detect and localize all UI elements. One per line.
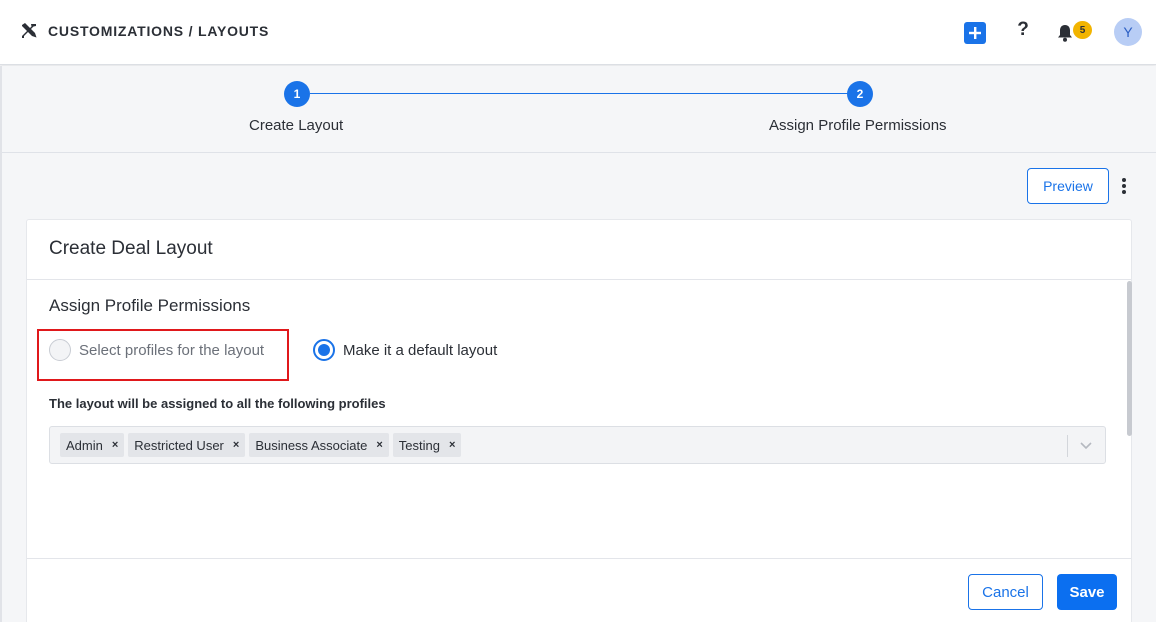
card-footer: Cancel Save (27, 558, 1131, 622)
add-button[interactable] (964, 22, 986, 44)
tools-icon (22, 23, 37, 38)
profiles-multiselect[interactable]: Admin × Restricted User × Business Assoc… (49, 426, 1106, 464)
avatar[interactable]: Y (1114, 18, 1142, 46)
radio-default-layout[interactable]: Make it a default layout (313, 339, 497, 361)
radio-default-layout-label: Make it a default layout (343, 341, 498, 359)
plus-icon (969, 27, 981, 39)
profile-chip-label: Admin (66, 437, 103, 453)
profile-chips: Admin × Restricted User × Business Assoc… (60, 433, 462, 457)
assign-profiles-label: The layout will be assigned to all the f… (49, 396, 386, 411)
radio-unchecked-icon[interactable] (49, 339, 71, 361)
select-divider (1067, 435, 1068, 457)
step-1-circle[interactable]: 1 (284, 81, 310, 107)
vertical-scrollbar[interactable] (1127, 281, 1132, 436)
step-2-circle[interactable]: 2 (847, 81, 873, 107)
step-1-label: Create Layout (249, 117, 344, 134)
layout-card: Create Deal Layout Assign Profile Permis… (26, 219, 1132, 622)
profile-chip-label: Business Associate (255, 437, 368, 453)
stepper: 1 Create Layout 2 Assign Profile Permiss… (0, 66, 1156, 153)
page-title-wrap: CUSTOMIZATIONS / LAYOUTS (20, 22, 269, 40)
profile-chip: Admin × (60, 433, 125, 457)
top-bar: CUSTOMIZATIONS / LAYOUTS ? 5 Y (0, 0, 1156, 65)
card-header: Create Deal Layout (27, 220, 1131, 280)
preview-button[interactable]: Preview (1027, 168, 1109, 204)
save-button[interactable]: Save (1057, 574, 1117, 610)
notification-badge: 5 (1073, 21, 1092, 39)
cancel-button[interactable]: Cancel (968, 574, 1043, 610)
page-title: CUSTOMIZATIONS / LAYOUTS (48, 23, 270, 39)
remove-chip-icon[interactable]: × (376, 439, 382, 451)
profile-chip-label: Restricted User (134, 437, 224, 453)
radio-select-profiles[interactable]: Select profiles for the layout (49, 339, 264, 361)
profile-chip-label: Testing (398, 437, 440, 453)
help-button[interactable]: ? (1014, 19, 1032, 45)
chevron-down-icon[interactable] (1078, 437, 1094, 453)
step-2-label: Assign Profile Permissions (769, 117, 947, 134)
remove-chip-icon[interactable]: × (112, 439, 118, 451)
remove-chip-icon[interactable]: × (233, 439, 239, 451)
radio-checked-icon[interactable] (313, 339, 335, 361)
more-options-icon[interactable] (1116, 176, 1132, 196)
profile-chip: Business Associate × (249, 433, 389, 457)
bell-icon[interactable] (1055, 23, 1075, 43)
left-edge-divider (0, 66, 2, 622)
card-title: Create Deal Layout (49, 238, 213, 259)
stepper-connector (310, 93, 850, 94)
profile-chip: Testing × (392, 433, 462, 457)
radio-select-profiles-label: Select profiles for the layout (79, 341, 265, 359)
section-title: Assign Profile Permissions (49, 296, 251, 315)
profile-chip: Restricted User × (128, 433, 246, 457)
remove-chip-icon[interactable]: × (449, 439, 455, 451)
